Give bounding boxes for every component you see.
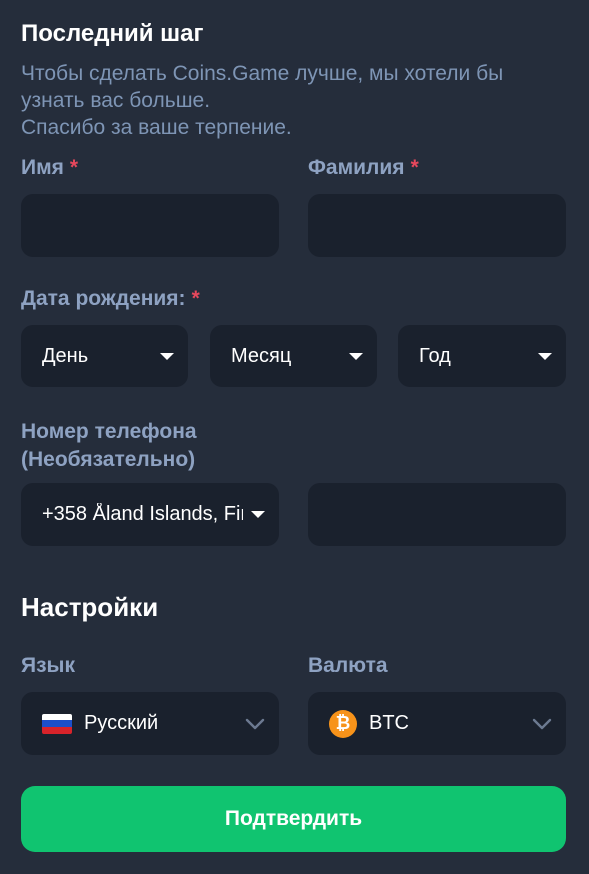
first-name-label: Имя * <box>21 156 78 180</box>
phone-label: Номер телефона (Необязательно) <box>21 420 197 471</box>
caret-down-icon <box>349 352 363 360</box>
year-select[interactable]: Год <box>398 325 566 387</box>
chevron-down-icon <box>245 718 265 729</box>
currency-label: Валюта <box>308 654 388 677</box>
language-label: Язык <box>21 654 75 677</box>
caret-down-icon <box>538 352 552 360</box>
required-mark: * <box>69 156 79 179</box>
dob-label: Дата рождения: * <box>21 287 200 311</box>
first-name-label-text: Имя <box>21 156 64 179</box>
phone-country-value: +358 Åland Islands, Finland <box>42 503 243 525</box>
chevron-down-icon <box>532 718 552 729</box>
year-select-value: Год <box>419 344 451 367</box>
last-name-label: Фамилия * <box>308 156 419 180</box>
required-mark: * <box>410 156 419 179</box>
first-name-input[interactable] <box>21 194 279 257</box>
month-select[interactable]: Месяц <box>210 325 377 387</box>
bitcoin-icon: ₿ <box>329 709 357 738</box>
page-title: Последний шаг <box>21 20 204 47</box>
caret-down-icon <box>251 511 265 518</box>
page-subtitle: Чтобы сделать Coins.Game лучше, мы хотел… <box>21 62 504 139</box>
dob-label-text: Дата рождения: <box>21 287 186 310</box>
month-select-value: Месяц <box>231 344 292 367</box>
currency-select-value: BTC <box>369 712 409 734</box>
currency-select[interactable]: ₿ BTC <box>308 692 566 755</box>
russia-flag-icon <box>42 713 72 734</box>
settings-title: Настройки <box>21 592 159 622</box>
language-select[interactable]: Русский <box>21 692 279 755</box>
day-select[interactable]: День <box>21 325 188 387</box>
phone-number-input[interactable] <box>308 483 566 546</box>
language-select-value: Русский <box>84 712 159 734</box>
phone-country-select[interactable]: +358 Åland Islands, Finland <box>21 483 279 546</box>
submit-button[interactable]: Подтвердить <box>21 786 566 852</box>
last-name-label-text: Фамилия <box>308 156 405 179</box>
caret-down-icon <box>160 352 174 360</box>
required-mark: * <box>191 287 200 310</box>
last-name-input[interactable] <box>308 194 566 257</box>
day-select-value: День <box>42 344 89 367</box>
